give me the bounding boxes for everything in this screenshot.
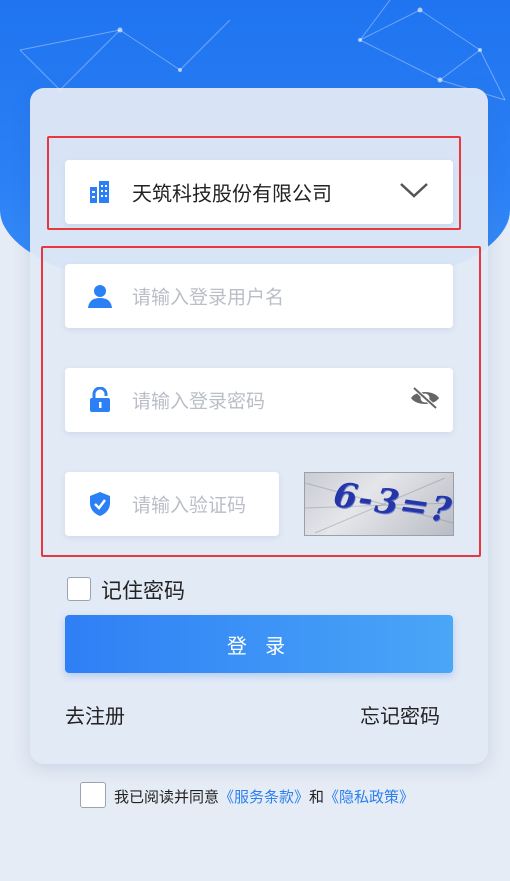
forgot-password-link[interactable]: 忘记密码 [360, 700, 440, 729]
agreement-and: 和 [309, 788, 325, 806]
agreement-checkbox[interactable] [80, 782, 106, 808]
register-link[interactable]: 去注册 [65, 700, 125, 729]
highlight-box-company [47, 136, 461, 230]
agreement-text: 我已阅读并同意《服务条款》和《隐私政策》 [114, 786, 414, 807]
privacy-link[interactable]: 《隐私政策》 [324, 788, 414, 806]
terms-link[interactable]: 《服务条款》 [219, 788, 309, 806]
highlight-box-credentials [41, 246, 481, 557]
login-button[interactable]: 登 录 [65, 615, 453, 673]
remember-checkbox[interactable] [67, 577, 91, 601]
agreement-prefix: 我已阅读并同意 [114, 788, 220, 806]
remember-label: 记住密码 [101, 579, 185, 603]
